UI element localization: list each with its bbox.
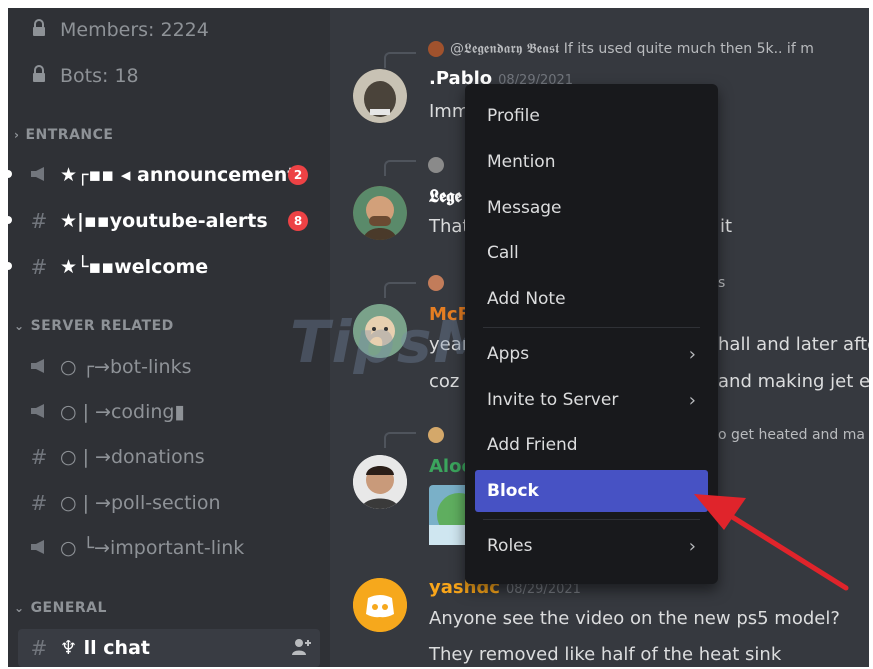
channel-welcome[interactable]: # ★└▪▪welcome bbox=[28, 250, 209, 284]
hash-icon: # bbox=[30, 445, 48, 469]
reply-preview[interactable] bbox=[428, 424, 450, 446]
unread-indicator bbox=[8, 216, 12, 224]
unread-indicator bbox=[8, 170, 12, 178]
menu-separator bbox=[483, 327, 700, 328]
avatar[interactable] bbox=[353, 578, 407, 632]
message-text: and making jet eng bbox=[718, 371, 869, 392]
menu-item-message[interactable]: Message bbox=[475, 187, 708, 229]
mini-avatar bbox=[428, 275, 444, 291]
megaphone-icon bbox=[28, 400, 50, 424]
megaphone-icon bbox=[28, 536, 50, 560]
reply-connector bbox=[384, 282, 416, 298]
channel-chat-selected[interactable]: # ♆ ll chat bbox=[18, 629, 320, 667]
user-context-menu: Profile Mention Message Call Add Note Ap… bbox=[465, 84, 718, 584]
menu-item-apps[interactable]: Apps › bbox=[475, 333, 708, 375]
menu-item-profile[interactable]: Profile bbox=[475, 95, 708, 137]
message-text: Imm bbox=[429, 101, 470, 122]
hash-icon: # bbox=[30, 491, 48, 515]
avatar[interactable] bbox=[353, 186, 407, 240]
avatar[interactable] bbox=[353, 455, 407, 509]
message-author[interactable]: 𝕷𝖊𝖌𝖊 bbox=[429, 186, 462, 207]
mention-badge: 8 bbox=[288, 211, 308, 231]
category-server-related[interactable]: ⌄ SERVER RELATED bbox=[14, 318, 174, 334]
attachment-image[interactable] bbox=[429, 485, 481, 545]
members-stat: Members: 2224 bbox=[28, 13, 209, 47]
reply-connector bbox=[384, 432, 416, 448]
channel-announcement[interactable]: ★┌▪▪ ◂ announcement bbox=[28, 158, 296, 192]
mini-avatar bbox=[428, 157, 444, 173]
menu-item-mention[interactable]: Mention bbox=[475, 141, 708, 183]
chevron-down-icon: ⌄ bbox=[14, 601, 25, 615]
category-general[interactable]: ⌄ GENERAL bbox=[14, 600, 107, 616]
reply-preview-text: s bbox=[718, 275, 726, 291]
channel-important-link[interactable]: ○ └→important-link bbox=[28, 531, 244, 565]
menu-item-roles[interactable]: Roles › bbox=[475, 525, 708, 567]
channel-sidebar: Members: 2224 Bots: 18 › ENTRANCE ★┌▪▪ ◂… bbox=[8, 8, 330, 667]
mention-badge: 2 bbox=[288, 165, 308, 185]
reply-preview[interactable]: @𝕷𝖊𝖌𝖊𝖓𝖉𝖆𝖗𝖞 𝕭𝖊𝖆𝖘𝖙 If its used quite much … bbox=[428, 38, 814, 60]
megaphone-icon bbox=[28, 163, 50, 187]
reply-preview[interactable] bbox=[428, 272, 450, 294]
chevron-right-icon: › bbox=[14, 128, 20, 142]
menu-item-block[interactable]: Block bbox=[475, 470, 708, 512]
channel-poll-section[interactable]: # ○ | →poll-section bbox=[28, 486, 221, 520]
unread-indicator bbox=[8, 262, 12, 270]
mini-avatar bbox=[428, 427, 444, 443]
message-text: Anyone see the video on the new ps5 mode… bbox=[429, 608, 840, 629]
channel-coding[interactable]: ○ | →coding▮ bbox=[28, 395, 185, 429]
chevron-right-icon: › bbox=[688, 389, 696, 411]
reply-preview[interactable] bbox=[428, 154, 450, 176]
hash-icon: # bbox=[30, 209, 48, 233]
channel-chat[interactable]: # ♆ ll chat bbox=[28, 631, 150, 665]
menu-item-add-friend[interactable]: Add Friend bbox=[475, 424, 708, 466]
reply-connector bbox=[384, 160, 416, 176]
channel-youtube-alerts[interactable]: # ★|▪▪youtube-alerts bbox=[28, 204, 268, 238]
megaphone-icon bbox=[28, 355, 50, 379]
menu-item-call[interactable]: Call bbox=[475, 232, 708, 274]
add-member-icon[interactable] bbox=[292, 638, 312, 660]
bots-count: Bots: 18 bbox=[60, 65, 139, 87]
hash-icon: # bbox=[30, 636, 48, 660]
mini-avatar bbox=[428, 41, 444, 57]
annotation-arrow-icon bbox=[694, 494, 849, 591]
menu-separator bbox=[483, 519, 700, 520]
message-text: They removed like half of the heat sink bbox=[429, 644, 782, 665]
members-count: Members: 2224 bbox=[60, 19, 209, 41]
lock-icon bbox=[28, 64, 50, 88]
chevron-down-icon: ⌄ bbox=[14, 319, 25, 333]
bots-stat: Bots: 18 bbox=[28, 59, 139, 93]
hash-icon: # bbox=[30, 255, 48, 279]
lock-icon bbox=[28, 18, 50, 42]
reply-connector bbox=[384, 52, 416, 68]
app-window: Members: 2224 Bots: 18 › ENTRANCE ★┌▪▪ ◂… bbox=[8, 8, 869, 667]
menu-item-invite-to-server[interactable]: Invite to Server › bbox=[475, 379, 708, 421]
message-text: it bbox=[720, 216, 733, 237]
channel-bot-links[interactable]: ○ ┌→bot-links bbox=[28, 350, 191, 384]
message-text: That bbox=[429, 216, 470, 237]
chevron-right-icon: › bbox=[688, 343, 696, 365]
category-entrance[interactable]: › ENTRANCE bbox=[14, 127, 113, 143]
channel-donations[interactable]: # ○ | →donations bbox=[28, 440, 205, 474]
menu-item-add-note[interactable]: Add Note bbox=[475, 278, 708, 320]
reply-preview-text: o get heated and ma bbox=[718, 427, 865, 443]
message-text: hall and later after bbox=[718, 334, 869, 355]
avatar[interactable] bbox=[353, 69, 407, 123]
